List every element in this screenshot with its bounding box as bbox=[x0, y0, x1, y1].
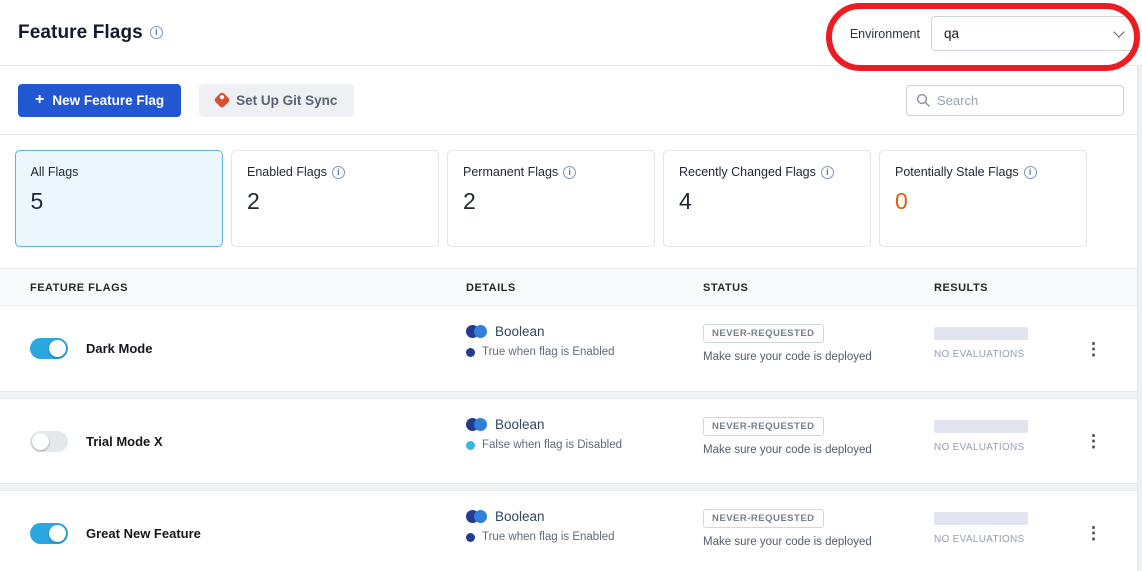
stat-value: 4 bbox=[679, 188, 855, 215]
chevron-down-icon bbox=[1113, 26, 1124, 37]
flag-default-description: False when flag is Disabled bbox=[482, 439, 622, 451]
results-bar bbox=[934, 327, 1028, 340]
info-icon: i bbox=[563, 166, 576, 179]
stat-value: 2 bbox=[463, 188, 639, 215]
table-header: FEATURE FLAGS DETAILS STATUS RESULTS bbox=[0, 268, 1142, 306]
stat-label: All Flags bbox=[31, 165, 79, 179]
status-text: Make sure your code is deployed bbox=[703, 536, 872, 548]
boolean-type-icon bbox=[466, 418, 487, 431]
row-menu-button[interactable]: ⋮ bbox=[1081, 336, 1106, 361]
plus-icon: + bbox=[35, 91, 44, 109]
environment-picker: Environment qa bbox=[850, 16, 1136, 51]
results-label: NO EVALUATIONS bbox=[934, 442, 1028, 453]
page-header: Feature Flags i Environment qa bbox=[0, 0, 1142, 66]
search-input[interactable] bbox=[937, 93, 1114, 108]
vertical-scrollbar[interactable] bbox=[1137, 66, 1142, 571]
column-header-status: STATUS bbox=[703, 282, 748, 294]
git-icon bbox=[214, 92, 231, 109]
environment-value: qa bbox=[944, 26, 959, 41]
table-row: Trial Mode X Boolean False when flag is … bbox=[0, 398, 1142, 484]
flag-name[interactable]: Trial Mode X bbox=[86, 434, 163, 449]
results-bar bbox=[934, 420, 1028, 433]
stat-cards: All Flags 5 Enabled Flags i 2 Permanent … bbox=[0, 135, 1142, 247]
flag-name[interactable]: Dark Mode bbox=[86, 341, 152, 356]
stat-card-enabled-flags[interactable]: Enabled Flags i 2 bbox=[231, 150, 439, 247]
boolean-type-icon bbox=[466, 510, 487, 523]
value-dot-icon bbox=[466, 533, 475, 542]
boolean-type-icon bbox=[466, 325, 487, 338]
stat-label: Permanent Flags bbox=[463, 165, 558, 179]
row-menu-button[interactable]: ⋮ bbox=[1081, 521, 1106, 546]
status-badge: NEVER-REQUESTED bbox=[703, 417, 824, 436]
flag-type-label: Boolean bbox=[495, 324, 545, 339]
flag-default-description: True when flag is Enabled bbox=[482, 531, 615, 543]
flag-type-label: Boolean bbox=[495, 417, 545, 432]
stat-label: Recently Changed Flags bbox=[679, 165, 816, 179]
info-icon: i bbox=[821, 166, 834, 179]
search-icon bbox=[916, 93, 930, 107]
flag-toggle[interactable] bbox=[30, 431, 68, 452]
stat-card-all-flags[interactable]: All Flags 5 bbox=[15, 150, 223, 247]
status-text: Make sure your code is deployed bbox=[703, 444, 872, 456]
status-badge: NEVER-REQUESTED bbox=[703, 509, 824, 528]
flag-type-label: Boolean bbox=[495, 509, 545, 524]
table-row: Great New Feature Boolean True when flag… bbox=[0, 490, 1142, 571]
search-box bbox=[906, 85, 1124, 116]
stat-card-recently-changed-flags[interactable]: Recently Changed Flags i 4 bbox=[663, 150, 871, 247]
column-header-details: DETAILS bbox=[466, 282, 516, 294]
stat-card-permanent-flags[interactable]: Permanent Flags i 2 bbox=[447, 150, 655, 247]
column-header-feature-flags: FEATURE FLAGS bbox=[30, 282, 128, 294]
flag-name[interactable]: Great New Feature bbox=[86, 526, 201, 541]
toolbar: + New Feature Flag Set Up Git Sync bbox=[0, 66, 1142, 135]
info-icon: i bbox=[332, 166, 345, 179]
stat-label: Potentially Stale Flags bbox=[895, 165, 1019, 179]
status-badge: NEVER-REQUESTED bbox=[703, 324, 824, 343]
stat-value: 0 bbox=[895, 188, 1071, 215]
column-header-results: RESULTS bbox=[934, 282, 988, 294]
flag-toggle[interactable] bbox=[30, 338, 68, 359]
flag-default-description: True when flag is Enabled bbox=[482, 346, 615, 358]
results-label: NO EVALUATIONS bbox=[934, 349, 1028, 360]
info-icon[interactable]: i bbox=[150, 26, 163, 39]
value-dot-icon bbox=[466, 441, 475, 450]
flag-toggle[interactable] bbox=[30, 523, 68, 544]
feature-flags-page: Feature Flags i Environment qa + New Fea… bbox=[0, 0, 1142, 571]
stat-card-potentially-stale-flags[interactable]: Potentially Stale Flags i 0 bbox=[879, 150, 1087, 247]
environment-label: Environment bbox=[850, 27, 920, 41]
value-dot-icon bbox=[466, 348, 475, 357]
page-title: Feature Flags bbox=[18, 22, 143, 44]
new-feature-flag-button[interactable]: + New Feature Flag bbox=[18, 84, 181, 117]
table-row: Dark Mode Boolean True when flag is Enab… bbox=[0, 306, 1142, 392]
stat-value: 5 bbox=[31, 188, 208, 215]
setup-git-sync-button[interactable]: Set Up Git Sync bbox=[199, 84, 354, 117]
info-icon: i bbox=[1024, 166, 1037, 179]
results-label: NO EVALUATIONS bbox=[934, 534, 1028, 545]
stat-label: Enabled Flags bbox=[247, 165, 327, 179]
status-text: Make sure your code is deployed bbox=[703, 351, 872, 363]
row-menu-button[interactable]: ⋮ bbox=[1081, 429, 1106, 454]
environment-select[interactable]: qa bbox=[931, 16, 1136, 51]
stat-value: 2 bbox=[247, 188, 423, 215]
flag-table-body: Dark Mode Boolean True when flag is Enab… bbox=[0, 306, 1142, 571]
results-bar bbox=[934, 512, 1028, 525]
